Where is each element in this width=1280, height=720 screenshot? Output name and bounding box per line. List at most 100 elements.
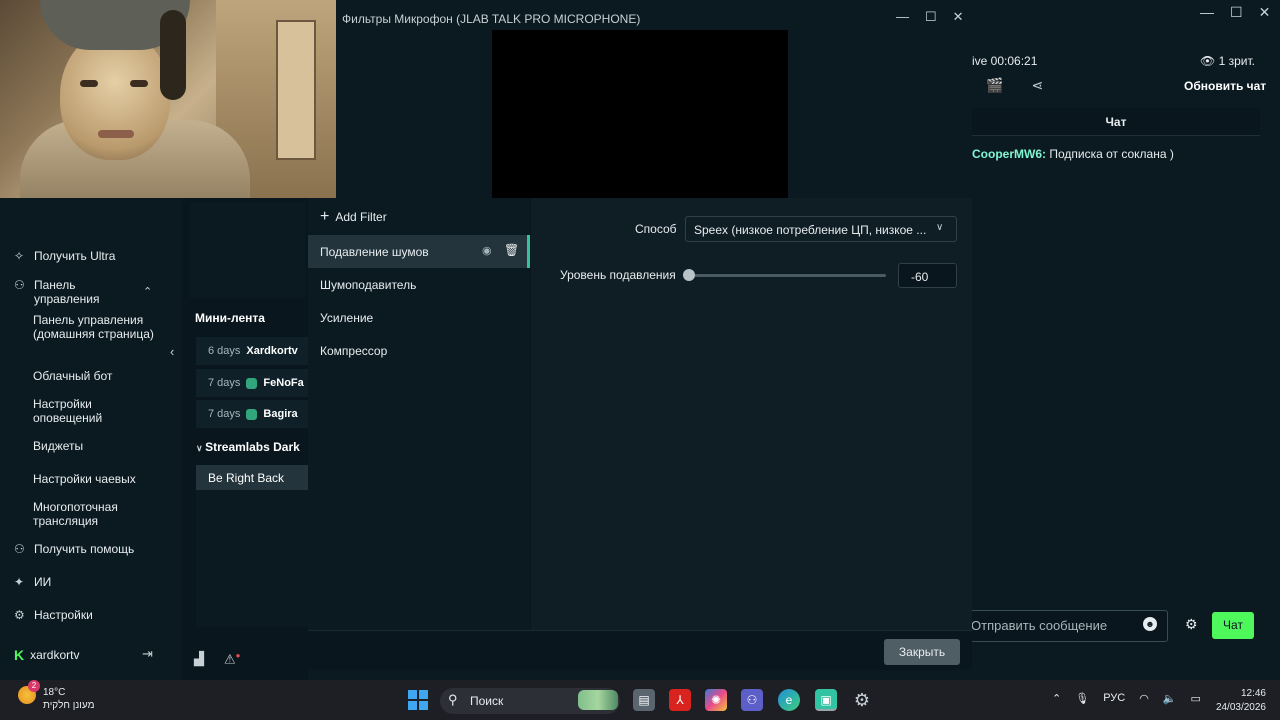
sidebar-item-settings[interactable]: ⚙ Настройки — [14, 608, 93, 622]
sidebar-sub-dashboard-home[interactable]: Панель управления (домашняя страница) — [33, 313, 163, 341]
sidebar-item-ai[interactable]: ✦ ИИ — [14, 575, 51, 589]
chevron-up-icon[interactable]: ⌃ — [143, 285, 152, 298]
sidebar-sub-widgets[interactable]: Виджеты — [33, 439, 163, 453]
method-label: Способ — [635, 222, 677, 236]
chat-message-input[interactable]: Отправить сообщение — [964, 610, 1168, 642]
battery-icon[interactable]: ▭ — [1191, 692, 1201, 705]
suppression-slider-track[interactable] — [689, 274, 886, 277]
volume-icon[interactable]: 🔈 — [1163, 692, 1177, 705]
share-icon[interactable]: ⋖ — [1031, 77, 1043, 94]
filter-item-noise-gate[interactable]: Шумоподавитель — [308, 268, 530, 301]
refresh-chat-button[interactable]: Обновить чат — [1184, 79, 1266, 93]
maximize-icon[interactable]: ☐ — [1230, 4, 1243, 24]
sidebar-sub-alerts[interactable]: Настройки оповещений — [33, 397, 123, 425]
trash-icon[interactable]: 🗑 — [504, 243, 519, 257]
weather-text[interactable]: 18°C מעונן חלקית — [43, 686, 94, 712]
weather-icon: 2 — [18, 680, 40, 704]
feed-row[interactable]: 7 days Bagira — [196, 400, 308, 428]
teams-icon[interactable]: ⚇ — [741, 689, 763, 711]
close-icon[interactable]: ✕ — [1259, 4, 1271, 24]
sidebar-item-ultra[interactable]: ✧ Получить Ultra — [14, 249, 115, 263]
emoji-icon[interactable]: ☻ — [1143, 617, 1157, 631]
sidebar-item-help[interactable]: ⚇ Получить помощь — [14, 542, 134, 556]
dialog-window-controls: — ☐ ✕ — [896, 9, 964, 25]
suppression-level-label: Уровень подавления — [560, 268, 676, 282]
search-highlight-image — [578, 690, 618, 710]
subscriber-badge-icon — [246, 377, 258, 389]
clip-icon[interactable]: 🎬 — [986, 77, 1003, 94]
chat-message-text: Подписка от соклана ) — [1049, 147, 1174, 161]
viewer-count: 👁 1 зрит. — [1200, 54, 1255, 68]
system-tray: ⌃ 🎙 РУС ◠ 🔈 ▭ — [1052, 692, 1201, 705]
minimize-icon[interactable]: — — [896, 9, 909, 25]
kick-logo-icon: K — [14, 647, 25, 663]
ai-sparkle-icon: ✦ — [14, 575, 25, 589]
chat-message: CooperMW6: Подписка от соклана ) — [972, 147, 1174, 161]
logout-icon[interactable]: ⇥ — [142, 646, 153, 662]
live-timer: ive 00:06:21 — [972, 54, 1038, 68]
microphone-icon[interactable]: 🎙 — [1075, 692, 1089, 705]
gear-icon: ⚙ — [14, 608, 25, 622]
windows-start-icon[interactable] — [408, 690, 428, 710]
feed-row[interactable]: 6 days Xardkortv — [196, 337, 308, 365]
scene-item[interactable]: Be Right Back — [196, 465, 308, 491]
pdf-reader-icon[interactable]: ⅄ — [669, 689, 691, 711]
date-label: 24/03/2026 — [1215, 702, 1266, 713]
search-icon: ⚲ — [448, 692, 458, 707]
method-select[interactable]: Speex (низкое потребление ЦП, низкое ... — [685, 216, 957, 242]
maximize-icon[interactable]: ☐ — [925, 9, 937, 25]
plus-icon: + — [320, 208, 330, 225]
sidebar-sub-tips[interactable]: Настройки чаевых — [33, 472, 163, 486]
close-icon[interactable]: ✕ — [953, 9, 964, 25]
filter-item-gain[interactable]: Усиление — [308, 301, 530, 334]
copilot-icon[interactable]: ✺ — [705, 689, 727, 711]
dialog-footer — [308, 630, 972, 670]
chevron-up-icon[interactable]: ⌃ — [1052, 692, 1061, 705]
streamlabs-icon[interactable]: ▣ — [815, 689, 837, 711]
wifi-icon[interactable]: ◠ — [1139, 692, 1149, 705]
sidebar-item-dashboard[interactable]: ⚇ Панель управления — [14, 278, 114, 306]
viewer-count-label: 1 зрит. — [1218, 54, 1255, 68]
suppression-slider-handle[interactable] — [683, 269, 695, 281]
feed-row[interactable]: 7 days FeNoFa — [196, 369, 308, 397]
file-explorer-icon[interactable]: ▤ — [633, 689, 655, 711]
suppression-level-input[interactable]: -60 — [898, 263, 957, 288]
chat-send-button[interactable]: Чат — [1212, 612, 1254, 639]
main-window-controls: — ☐ ✕ — [1200, 4, 1280, 24]
visibility-eye-icon[interactable]: ◉ — [482, 244, 492, 257]
chat-message-user[interactable]: CooperMW6: — [972, 147, 1046, 161]
eye-icon: 👁 — [1200, 54, 1219, 68]
chevron-left-icon[interactable]: ‹ — [170, 344, 174, 359]
mixer-box — [190, 202, 306, 298]
filter-item-noise-suppression[interactable]: Подавление шумов — [308, 235, 530, 268]
sidebar-sub-cloudbot[interactable]: Облачный бот — [33, 369, 163, 383]
chat-tab[interactable]: Чат — [972, 108, 1260, 136]
bottom-toolbar: ▟ ⚠● — [194, 651, 241, 667]
weather-widget[interactable]: 2 — [18, 680, 40, 704]
settings-app-icon[interactable]: ⚙ — [851, 689, 873, 711]
username: xardkortv — [30, 648, 80, 662]
ultra-icon: ✧ — [14, 249, 25, 263]
add-filter-button[interactable]: + Add Filter — [320, 208, 387, 226]
source-preview — [492, 30, 788, 198]
webcam-preview — [0, 0, 336, 198]
chevron-down-icon: ∨ — [936, 222, 944, 233]
edge-browser-icon[interactable]: e — [778, 689, 800, 711]
filter-item-compressor[interactable]: Компрессор — [308, 334, 530, 367]
chat-panel — [972, 0, 1280, 680]
language-indicator[interactable]: РУС — [1103, 692, 1125, 705]
minimize-icon[interactable]: — — [1200, 4, 1214, 24]
subscriber-badge-icon — [246, 408, 258, 420]
taskbar-clock[interactable]: 12:46 24/03/2026 — [1210, 687, 1266, 715]
alert-icon[interactable]: ⚠● — [224, 651, 241, 667]
close-button[interactable]: Закрыть — [884, 639, 960, 665]
user-profile[interactable]: Kxardkortv — [14, 647, 79, 663]
time-label: 12:46 — [1240, 688, 1266, 699]
scene-collection-title[interactable]: ∨ Streamlabs Dark — [196, 440, 300, 454]
notification-badge: 2 — [28, 680, 40, 692]
help-icon: ⚇ — [14, 542, 25, 556]
stats-icon[interactable]: ▟ — [194, 651, 204, 667]
scene-list — [196, 490, 308, 627]
sidebar-sub-multistream[interactable]: Многопоточная трансляция — [33, 500, 133, 528]
chat-settings-icon[interactable]: ⚙ — [1185, 616, 1198, 633]
